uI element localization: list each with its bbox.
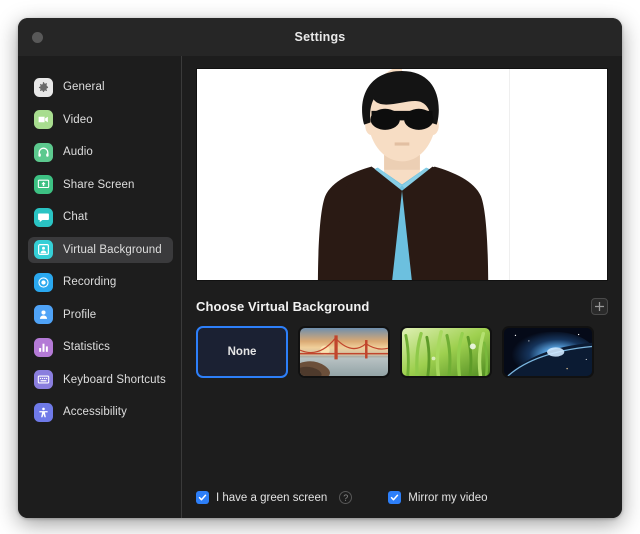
virtual-background-icon — [34, 240, 53, 259]
sidebar-item-label: Virtual Background — [63, 243, 162, 256]
sidebar-item-label: Audio — [63, 146, 93, 158]
background-thumbnail-none[interactable]: None — [196, 326, 288, 378]
window-body: General Video Audio Share Screen Chat Vi… — [18, 56, 622, 518]
video-camera-icon — [34, 110, 53, 129]
background-thumbnail-list: None — [196, 326, 608, 378]
window-title: Settings — [294, 30, 346, 44]
sidebar-item-profile[interactable]: Profile — [28, 302, 173, 328]
help-question-icon[interactable]: ? — [339, 491, 353, 504]
bar-chart-icon — [34, 337, 53, 357]
chat-bubble-icon — [34, 207, 53, 227]
sidebar-item-recording[interactable]: Recording — [28, 269, 173, 295]
sidebar-item-label: Profile — [63, 308, 97, 321]
thumbnail-label: None — [227, 346, 257, 358]
virtual-background-options: I have a green screen ? Mirror my video — [196, 491, 608, 518]
green-screen-label: I have a green screen — [216, 491, 328, 504]
mirror-video-checkbox[interactable] — [388, 491, 402, 504]
add-background-button[interactable] — [591, 298, 608, 315]
accessibility-icon — [34, 402, 53, 422]
green-screen-option: I have a green screen ? — [196, 491, 353, 504]
mirror-video-label: Mirror my video — [408, 491, 488, 504]
checkmark-icon — [198, 494, 207, 501]
earth-from-space-image — [504, 328, 592, 376]
sidebar-item-general[interactable]: General — [28, 74, 173, 100]
sidebar-item-label: Accessibility — [63, 406, 127, 418]
sidebar-item-label: Chat — [63, 211, 88, 223]
sidebar-item-statistics[interactable]: Statistics — [28, 334, 173, 360]
sidebar-item-label: Recording — [63, 276, 117, 288]
settings-window: Settings General Video Audio Share Scree… — [18, 18, 622, 518]
share-screen-icon — [34, 175, 53, 194]
sidebar-item-share-screen[interactable]: Share Screen — [28, 172, 173, 198]
sidebar-item-label: Video — [63, 113, 93, 126]
sidebar-item-chat[interactable]: Chat — [28, 204, 173, 230]
grass-image — [402, 328, 490, 376]
sidebar-item-label: Keyboard Shortcuts — [63, 373, 166, 386]
checkmark-icon — [391, 494, 399, 501]
background-thumbnail-grass[interactable] — [400, 326, 492, 378]
sidebar-item-virtual-background[interactable]: Virtual Background — [28, 236, 173, 263]
sidebar-item-accessibility[interactable]: Accessibility — [28, 399, 173, 425]
mirror-video-option: Mirror my video — [388, 491, 487, 504]
section-title: Choose Virtual Background — [196, 299, 370, 314]
sidebar-item-label: General — [63, 81, 105, 93]
plus-icon — [595, 302, 604, 311]
keyboard-icon — [34, 370, 53, 389]
sidebar-item-keyboard-shortcuts[interactable]: Keyboard Shortcuts — [28, 367, 173, 393]
background-thumbnail-bridge[interactable] — [298, 326, 390, 378]
preview-seam — [508, 69, 510, 280]
headphones-icon — [34, 142, 53, 162]
sidebar-item-audio[interactable]: Audio — [28, 139, 173, 165]
sidebar-item-video[interactable]: Video — [28, 107, 173, 133]
profile-person-icon — [34, 305, 53, 324]
title-bar: Settings — [18, 18, 622, 56]
record-icon — [34, 272, 53, 292]
close-window-button[interactable] — [32, 32, 43, 43]
virtual-background-panel: Choose Virtual Background None I have a … — [182, 56, 622, 518]
choose-background-header: Choose Virtual Background — [196, 298, 608, 315]
gear-icon — [34, 77, 53, 97]
golden-gate-bridge-image — [300, 328, 388, 376]
settings-sidebar: General Video Audio Share Screen Chat Vi… — [18, 56, 182, 518]
video-preview — [196, 68, 608, 281]
green-screen-checkbox[interactable] — [196, 491, 209, 504]
avatar-illustration — [197, 69, 607, 280]
sidebar-item-label: Statistics — [63, 341, 111, 353]
background-thumbnail-space[interactable] — [502, 326, 594, 378]
sidebar-item-label: Share Screen — [63, 178, 135, 191]
